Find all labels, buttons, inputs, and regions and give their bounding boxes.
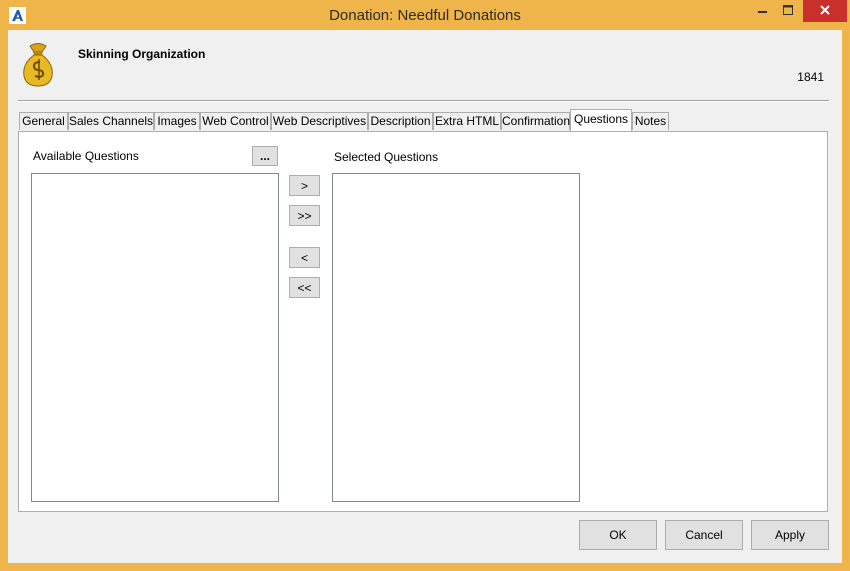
- tab-web-control[interactable]: Web Control: [200, 112, 271, 130]
- tab-sales-channels[interactable]: Sales Channels: [68, 112, 154, 130]
- donation-window: Donation: Needful Donations Skinning Org…: [0, 0, 850, 571]
- maximize-icon: [783, 5, 793, 15]
- tab-web-descriptives[interactable]: Web Descriptives: [271, 112, 368, 130]
- apply-label: Apply: [774, 528, 806, 542]
- add-all-questions-button[interactable]: >>: [289, 205, 320, 226]
- close-icon: [820, 5, 830, 15]
- add-all-questions-label: >>: [297, 208, 312, 223]
- available-questions-label: Available Questions: [33, 149, 139, 163]
- header-separator: [18, 100, 829, 102]
- tab-description[interactable]: Description: [368, 112, 433, 130]
- organization-name: Skinning Organization: [78, 47, 206, 61]
- minimize-button[interactable]: [749, 0, 775, 22]
- tab-notes[interactable]: Notes: [632, 112, 669, 130]
- remove-all-questions-button[interactable]: <<: [289, 277, 320, 298]
- ok-label: OK: [609, 528, 627, 542]
- available-questions-list[interactable]: [31, 173, 279, 502]
- selected-questions-list[interactable]: [332, 173, 580, 502]
- close-button[interactable]: [803, 0, 847, 22]
- cancel-label: Cancel: [685, 528, 723, 542]
- record-id: 1841: [797, 70, 824, 84]
- dialog-client-area: Skinning Organization 1841 General Sales…: [8, 30, 842, 563]
- tab-images[interactable]: Images: [154, 112, 200, 130]
- selected-questions-label: Selected Questions: [334, 150, 439, 164]
- tab-questions[interactable]: Questions: [570, 109, 632, 131]
- remove-question-button[interactable]: <: [289, 247, 320, 268]
- money-bag-icon: [20, 40, 56, 88]
- title-bar[interactable]: Donation: Needful Donations: [0, 0, 850, 30]
- ok-button[interactable]: OK: [579, 520, 657, 550]
- remove-question-label: <: [300, 250, 308, 265]
- apply-button[interactable]: Apply: [751, 520, 829, 550]
- browse-questions-label: ...: [259, 149, 270, 163]
- window-title: Donation: Needful Donations: [329, 7, 521, 24]
- minimize-icon: [758, 11, 767, 13]
- tab-general[interactable]: General: [19, 112, 68, 130]
- add-question-label: >: [300, 178, 308, 193]
- browse-questions-button[interactable]: ...: [252, 146, 278, 166]
- remove-all-questions-label: <<: [297, 280, 312, 295]
- add-question-button[interactable]: >: [289, 175, 320, 196]
- tab-confirmation[interactable]: Confirmation: [501, 112, 570, 130]
- questions-tab-panel: Available Questions ... > >> < << Select…: [18, 131, 828, 512]
- cancel-button[interactable]: Cancel: [665, 520, 743, 550]
- tab-extra-html[interactable]: Extra HTML: [433, 112, 501, 130]
- maximize-button[interactable]: [775, 0, 801, 22]
